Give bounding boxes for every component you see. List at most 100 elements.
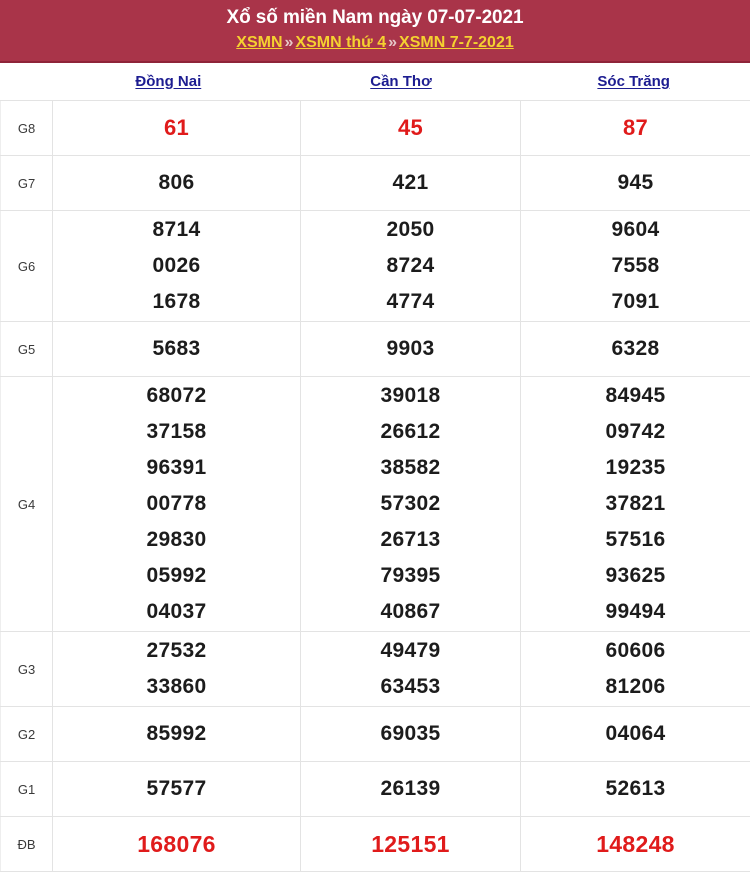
result-cell: 49479 63453 [300,631,521,707]
result-number-stack: 26139 [302,771,519,807]
result-cell: 85992 [52,706,301,762]
page-banner: Xổ số miền Nam ngày 07-07-2021 XSMN» XSMN… [0,0,750,63]
result-number: 57302 [380,492,441,515]
result-number: 9604 [611,218,660,241]
result-number-stack: 87 [522,110,749,146]
result-number: 29830 [146,528,207,551]
result-number: 8724 [386,254,435,277]
result-number-stack: 52613 [522,771,749,807]
table-row: G3 27532 33860 49479 63453 60606 81206 [0,631,750,707]
result-cell: 945 [520,155,750,211]
prize-label: G5 [0,321,53,377]
prize-label: G2 [0,706,53,762]
breadcrumb-item-xsmn[interactable]: XSMN [236,34,282,51]
prize-label: G4 [0,376,53,632]
breadcrumb: XSMN» XSMN thứ 4» XSMN 7-7-2021 [0,31,750,55]
result-cell: 421 [300,155,521,211]
result-cell: 5683 [52,321,301,377]
prize-label: G8 [0,100,53,156]
prize-label: ĐB [0,816,53,872]
result-number-stack: 84945 09742 19235 37821 57516 93625 99494 [522,378,749,630]
table-row: G5 5683 9903 6328 [0,321,750,377]
result-number: 85992 [146,722,207,745]
result-number: 33860 [146,675,207,698]
result-cell: 04064 [520,706,750,762]
result-number: 79395 [380,564,441,587]
result-cell: 69035 [300,706,521,762]
result-cell: 9604 7558 7091 [520,210,750,322]
breadcrumb-separator-2: » [388,34,398,51]
result-number: 93625 [605,564,666,587]
result-number-stack: 125151 [302,826,519,862]
result-number: 26612 [380,420,441,443]
result-number-stack: 421 [302,165,519,201]
result-number: 84945 [605,384,666,407]
result-number: 69035 [380,722,441,745]
result-number: 04037 [146,600,207,623]
result-number-stack: 61 [54,110,299,146]
result-cell: 8714 0026 1678 [52,210,301,322]
result-number-stack: 2050 8724 4774 [302,212,519,320]
result-number: 00778 [146,492,207,515]
result-number: 806 [158,171,195,194]
result-number-stack: 6328 [522,331,749,367]
province-link-dong-nai[interactable]: Đồng Nai [135,73,201,90]
result-number: 05992 [146,564,207,587]
province-header-row: Đồng Nai Cần Thơ Sóc Trăng [0,63,750,100]
result-cell: 68072 37158 96391 00778 29830 05992 04037 [52,376,301,632]
result-number: 96391 [146,456,207,479]
province-link-soc-trang[interactable]: Sóc Trăng [597,73,670,90]
result-number: 57516 [605,528,666,551]
result-number: 0026 [152,254,201,277]
result-number-stack: 04064 [522,716,749,752]
result-number: 8714 [152,218,201,241]
result-number-stack: 68072 37158 96391 00778 29830 05992 04037 [54,378,299,630]
prize-label: G7 [0,155,53,211]
result-number: 7558 [611,254,660,277]
table-row: G6 8714 0026 1678 2050 8724 4774 9604 7558 7091 [0,210,750,322]
breadcrumb-item-date[interactable]: XSMN 7-7-2021 [399,34,514,51]
result-number: 6328 [611,337,660,360]
result-number-stack: 69035 [302,716,519,752]
result-cell: 806 [52,155,301,211]
result-cell: 84945 09742 19235 37821 57516 93625 99494 [520,376,750,632]
result-number-stack: 8714 0026 1678 [54,212,299,320]
result-number: 37158 [146,420,207,443]
result-number-stack: 9604 7558 7091 [522,212,749,320]
result-number: 148248 [596,831,675,857]
result-number: 5683 [152,337,201,360]
result-number: 945 [617,171,654,194]
result-cell: 168076 [52,816,301,872]
result-number: 38582 [380,456,441,479]
result-number-stack: 9903 [302,331,519,367]
result-cell: 57577 [52,761,301,817]
result-cell: 6328 [520,321,750,377]
result-number: 39018 [380,384,441,407]
result-number: 60606 [605,639,666,662]
result-number-stack: 45 [302,110,519,146]
result-cell: 52613 [520,761,750,817]
result-number-stack: 168076 [54,826,299,862]
result-number-stack: 57577 [54,771,299,807]
result-number: 87 [622,115,649,140]
table-row: G8 61 45 87 [0,100,750,156]
table-row: G2 85992 69035 04064 [0,706,750,762]
result-number-stack: 5683 [54,331,299,367]
result-cell: 148248 [520,816,750,872]
breadcrumb-item-weekday[interactable]: XSMN thứ 4 [295,34,386,51]
result-number: 37821 [605,492,666,515]
result-number: 26139 [380,777,441,800]
result-cell: 39018 26612 38582 57302 26713 79395 40867 [300,376,521,632]
result-number: 168076 [137,831,216,857]
result-number: 63453 [380,675,441,698]
result-number: 52613 [605,777,666,800]
result-number: 2050 [386,218,435,241]
result-number-stack: 49479 63453 [302,633,519,705]
prize-label: G6 [0,210,53,322]
result-number: 68072 [146,384,207,407]
table-row: ĐB 168076 125151 148248 [0,816,750,872]
result-cell: 2050 8724 4774 [300,210,521,322]
province-link-can-tho[interactable]: Cần Thơ [370,73,432,90]
result-number: 61 [163,115,190,140]
result-number-stack: 39018 26612 38582 57302 26713 79395 40867 [302,378,519,630]
